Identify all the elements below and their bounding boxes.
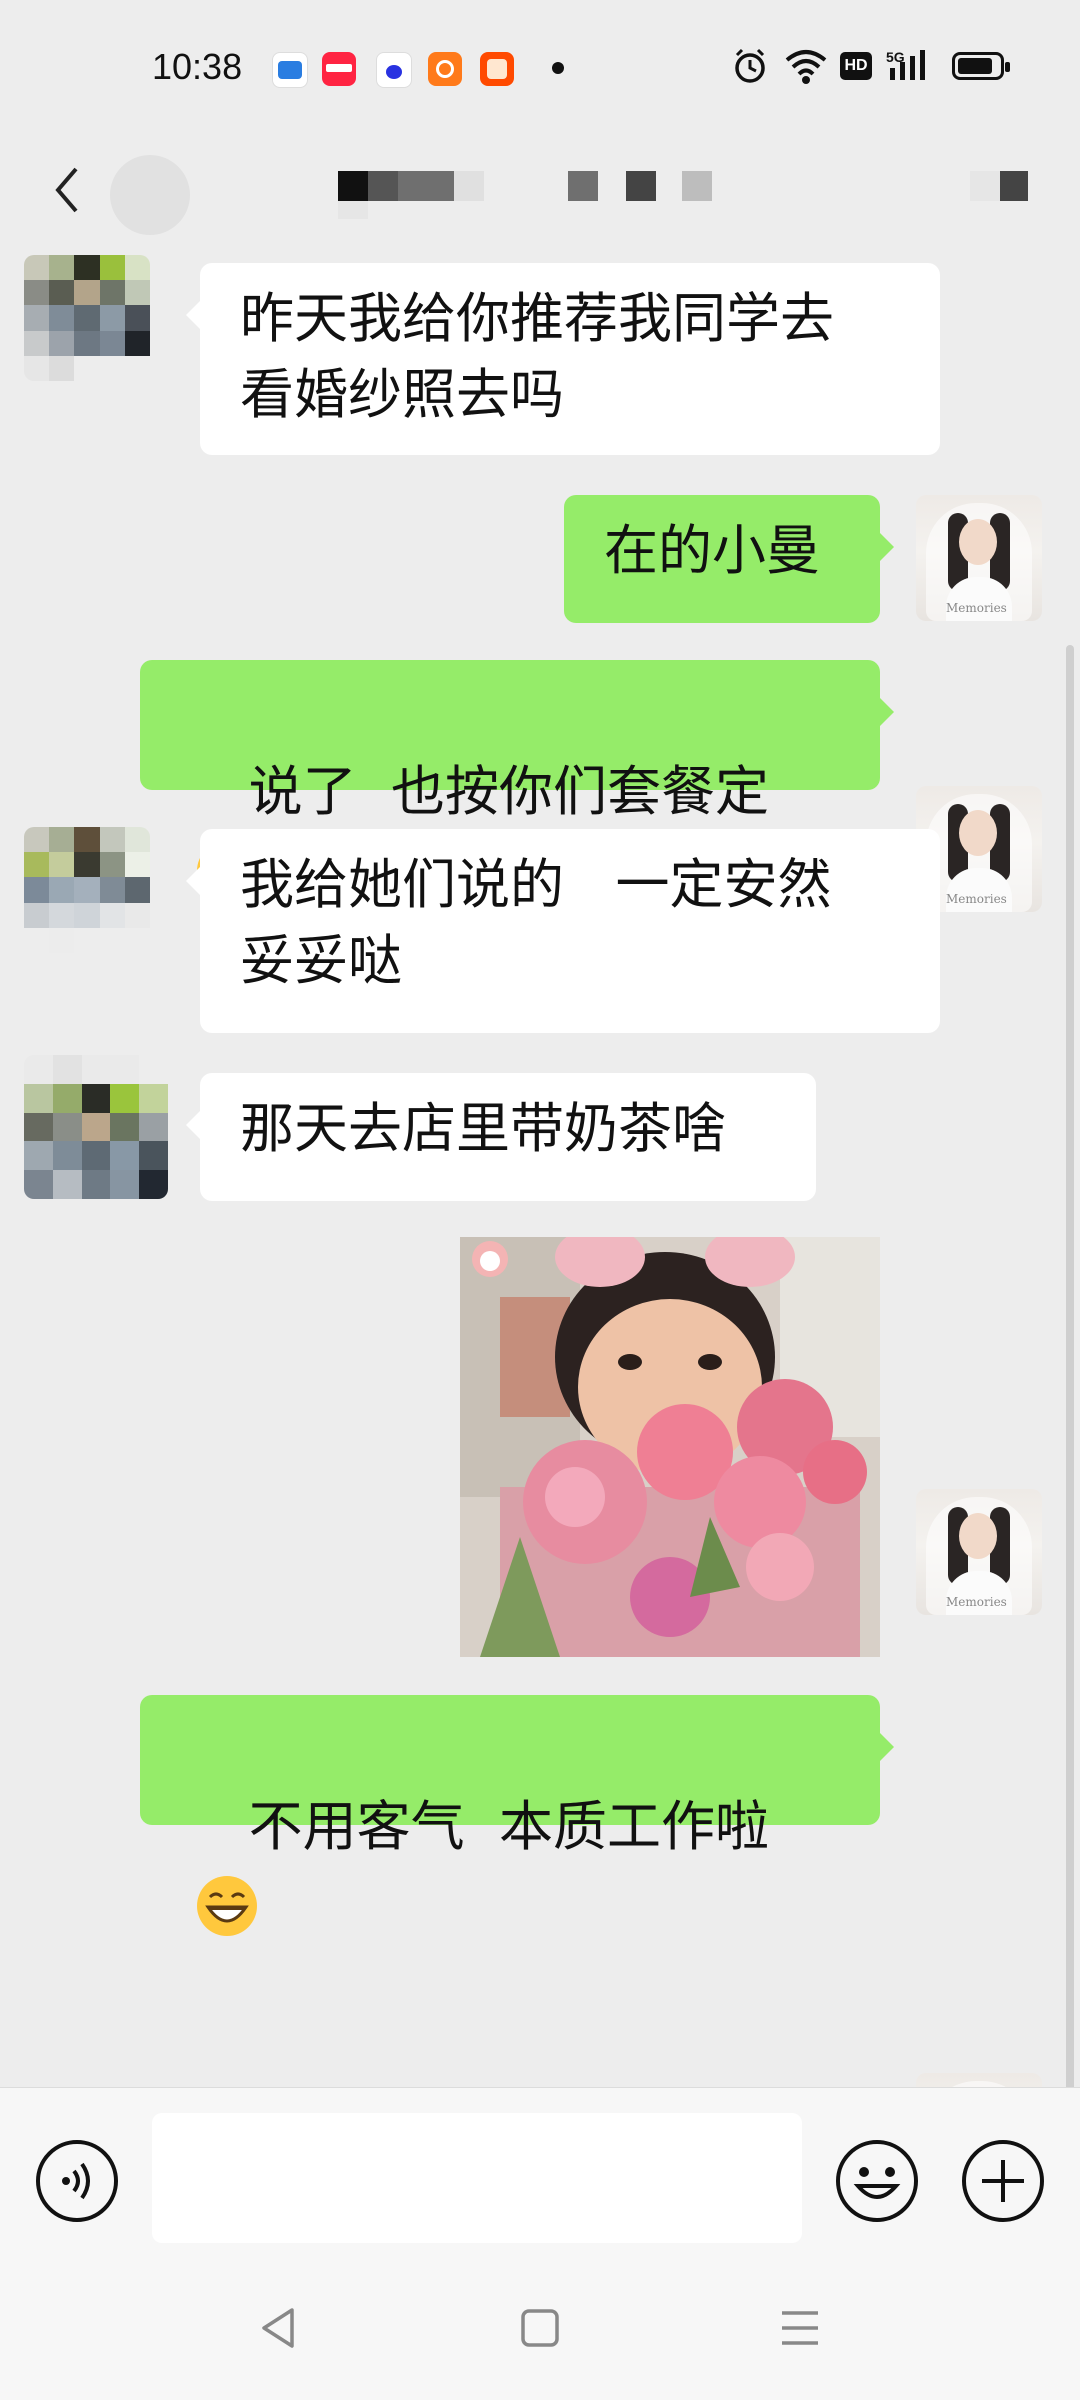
5g-signal-icon: 5G [886, 49, 925, 80]
voice-icon[interactable] [34, 2138, 120, 2224]
chat-header [0, 135, 1080, 255]
redacted-more-block [970, 171, 1000, 201]
message-bubble-sent[interactable]: 在的小曼 [564, 495, 894, 623]
xiaohongshu-app-icon [322, 52, 356, 86]
contact-avatar[interactable] [24, 827, 150, 953]
big-grin-emoji [197, 1876, 257, 1937]
menu-lines-icon[interactable] [770, 2300, 830, 2356]
redacted-title [338, 171, 368, 201]
message-bubble-received[interactable]: 那天去店里带奶茶啥 [186, 1073, 816, 1201]
contact-avatar[interactable] [24, 255, 150, 381]
redacted-title-block [398, 171, 454, 201]
system-nav-bar [0, 2252, 1080, 2400]
status-time: 10:38 [152, 46, 243, 87]
my-avatar[interactable]: Memories [916, 495, 1042, 621]
battery-icon [952, 52, 1010, 80]
plus-icon[interactable] [960, 2138, 1046, 2224]
redacted-title-block [626, 171, 656, 201]
chevron-left-icon[interactable] [46, 155, 86, 225]
scrollbar[interactable] [1066, 645, 1074, 2087]
baidu-app-icon [376, 52, 412, 88]
message-bubble-sent[interactable]: 说了 也按你们套餐定 [140, 660, 894, 902]
chat-message-list[interactable]: 昨天我给你推荐我同学去 看婚纱照去吗 在的小曼 Memories 说了 也按你们… [0, 255, 1080, 2087]
redacted-title-block [682, 171, 712, 201]
redacted-count-badge [110, 155, 190, 235]
photo-sticker [460, 1237, 880, 1657]
my-avatar[interactable]: Memories [916, 1489, 1042, 1615]
message-text: 不用客气 本质工作啦 [248, 1795, 770, 1858]
home-square-icon[interactable] [510, 2300, 570, 2356]
message-text: 说了 也按你们套餐定 [248, 760, 770, 823]
wifi-icon [785, 50, 827, 84]
redacted-title-block [454, 171, 484, 201]
alarm-icon [735, 48, 765, 83]
image-message[interactable] [460, 1237, 880, 1657]
smiley-icon[interactable] [834, 2138, 920, 2224]
more-notifications-dot [552, 62, 564, 74]
hd-icon: HD [840, 52, 872, 80]
wallet-app-icon [272, 52, 308, 88]
message-text-input[interactable] [152, 2113, 802, 2243]
redacted-title-block [368, 171, 398, 201]
message-bubble-received[interactable]: 昨天我给你推荐我同学去 看婚纱照去吗 [186, 263, 940, 455]
message-bubble-sent[interactable]: 不用客气 本质工作啦 [140, 1695, 894, 1937]
back-triangle-icon[interactable] [250, 2300, 310, 2356]
redacted-title-block [338, 201, 368, 219]
taobao-app-icon [480, 52, 514, 86]
my-avatar[interactable]: Memories [916, 2073, 1042, 2087]
contact-avatar[interactable] [24, 1055, 168, 1199]
orange-app-icon [428, 52, 462, 86]
message-bubble-received[interactable]: 我给她们说的 一定安然 妥妥哒 [186, 829, 940, 1033]
redacted-title-block [568, 171, 598, 201]
message-input-bar [0, 2087, 1080, 2253]
more-options-icon[interactable] [1000, 171, 1028, 201]
status-bar: 10:38 HD 5G [0, 0, 1080, 135]
